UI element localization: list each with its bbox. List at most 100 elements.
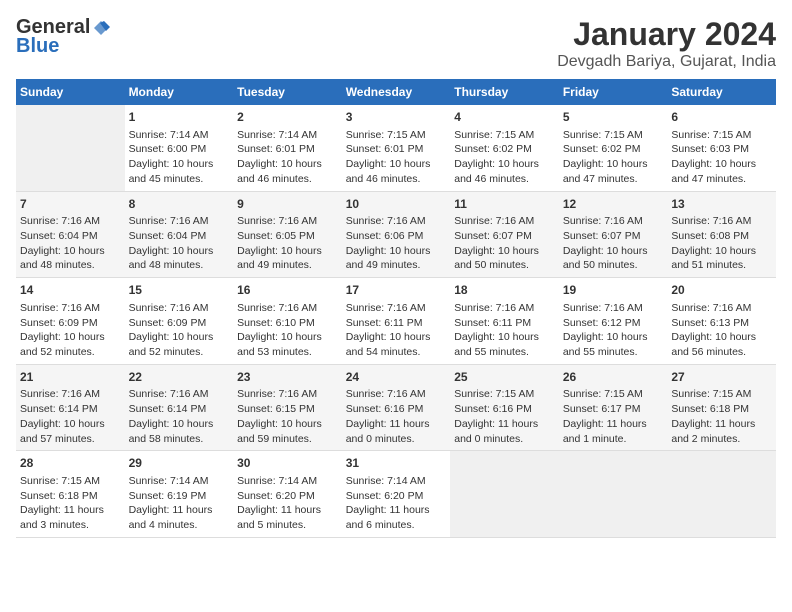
- page-title: January 2024: [557, 16, 776, 53]
- day-info: Sunset: 6:17 PM: [563, 402, 664, 417]
- day-info: and 0 minutes.: [346, 432, 447, 447]
- day-info: Daylight: 10 hours: [563, 244, 664, 259]
- day-info: Sunset: 6:19 PM: [129, 489, 230, 504]
- day-info: Daylight: 10 hours: [20, 330, 121, 345]
- day-info: Sunrise: 7:14 AM: [129, 128, 230, 143]
- day-info: Daylight: 10 hours: [346, 330, 447, 345]
- header-row: SundayMondayTuesdayWednesdayThursdayFrid…: [16, 79, 776, 105]
- week-row-4: 21Sunrise: 7:16 AMSunset: 6:14 PMDayligh…: [16, 364, 776, 451]
- day-header-tuesday: Tuesday: [233, 79, 342, 105]
- day-info: Daylight: 11 hours: [454, 417, 555, 432]
- day-info: Sunset: 6:02 PM: [454, 142, 555, 157]
- day-info: and 49 minutes.: [237, 258, 338, 273]
- calendar-cell: 13Sunrise: 7:16 AMSunset: 6:08 PMDayligh…: [667, 191, 776, 278]
- title-area: January 2024 Devgadh Bariya, Gujarat, In…: [557, 16, 776, 71]
- day-info: Daylight: 11 hours: [346, 503, 447, 518]
- calendar-cell: 4Sunrise: 7:15 AMSunset: 6:02 PMDaylight…: [450, 105, 559, 191]
- day-number: 17: [346, 282, 447, 299]
- day-number: 2: [237, 109, 338, 126]
- day-info: and 47 minutes.: [563, 172, 664, 187]
- day-number: 26: [563, 369, 664, 386]
- day-info: Sunset: 6:07 PM: [454, 229, 555, 244]
- day-info: Sunrise: 7:15 AM: [671, 128, 772, 143]
- day-number: 23: [237, 369, 338, 386]
- day-info: and 57 minutes.: [20, 432, 121, 447]
- day-info: and 55 minutes.: [454, 345, 555, 360]
- calendar-cell: 23Sunrise: 7:16 AMSunset: 6:15 PMDayligh…: [233, 364, 342, 451]
- calendar-cell: 18Sunrise: 7:16 AMSunset: 6:11 PMDayligh…: [450, 278, 559, 365]
- day-info: Daylight: 10 hours: [671, 330, 772, 345]
- day-number: 27: [671, 369, 772, 386]
- calendar-cell: 9Sunrise: 7:16 AMSunset: 6:05 PMDaylight…: [233, 191, 342, 278]
- day-info: Sunrise: 7:14 AM: [237, 128, 338, 143]
- day-number: 8: [129, 196, 230, 213]
- calendar-cell: 6Sunrise: 7:15 AMSunset: 6:03 PMDaylight…: [667, 105, 776, 191]
- day-info: Sunset: 6:14 PM: [20, 402, 121, 417]
- day-info: Sunset: 6:01 PM: [346, 142, 447, 157]
- calendar-cell: 22Sunrise: 7:16 AMSunset: 6:14 PMDayligh…: [125, 364, 234, 451]
- day-info: and 6 minutes.: [346, 518, 447, 533]
- day-info: Sunrise: 7:16 AM: [671, 301, 772, 316]
- day-info: Daylight: 10 hours: [563, 330, 664, 345]
- calendar-cell: 24Sunrise: 7:16 AMSunset: 6:16 PMDayligh…: [342, 364, 451, 451]
- day-info: and 46 minutes.: [237, 172, 338, 187]
- day-info: Sunset: 6:18 PM: [20, 489, 121, 504]
- calendar-cell: 26Sunrise: 7:15 AMSunset: 6:17 PMDayligh…: [559, 364, 668, 451]
- day-header-sunday: Sunday: [16, 79, 125, 105]
- day-header-friday: Friday: [559, 79, 668, 105]
- calendar-cell: 25Sunrise: 7:15 AMSunset: 6:16 PMDayligh…: [450, 364, 559, 451]
- day-info: Sunrise: 7:16 AM: [129, 387, 230, 402]
- day-info: and 46 minutes.: [454, 172, 555, 187]
- day-number: 16: [237, 282, 338, 299]
- day-info: Sunset: 6:20 PM: [346, 489, 447, 504]
- day-info: Daylight: 10 hours: [671, 157, 772, 172]
- calendar-cell: 1 Sunrise: 7:14 AMSunset: 6:00 PMDaylight…: [125, 105, 234, 191]
- logo-blue: Blue: [16, 35, 59, 58]
- calendar-cell: 11Sunrise: 7:16 AMSunset: 6:07 PMDayligh…: [450, 191, 559, 278]
- day-info: Daylight: 10 hours: [129, 157, 230, 172]
- week-row-3: 14Sunrise: 7:16 AMSunset: 6:09 PMDayligh…: [16, 278, 776, 365]
- day-info: and 51 minutes.: [671, 258, 772, 273]
- day-info: Sunset: 6:09 PM: [20, 316, 121, 331]
- day-info: and 50 minutes.: [563, 258, 664, 273]
- calendar-table: SundayMondayTuesdayWednesdayThursdayFrid…: [16, 79, 776, 538]
- day-info: and 0 minutes.: [454, 432, 555, 447]
- day-info: Sunrise: 7:14 AM: [346, 474, 447, 489]
- day-number: 5: [563, 109, 664, 126]
- day-info: and 48 minutes.: [129, 258, 230, 273]
- day-info: Daylight: 10 hours: [129, 417, 230, 432]
- day-info: Sunrise: 7:16 AM: [20, 214, 121, 229]
- day-info: Sunset: 6:20 PM: [237, 489, 338, 504]
- day-info: Daylight: 10 hours: [237, 330, 338, 345]
- day-header-thursday: Thursday: [450, 79, 559, 105]
- day-number: 1: [129, 109, 230, 126]
- day-info: Sunset: 6:00 PM: [129, 142, 230, 157]
- day-info: and 2 minutes.: [671, 432, 772, 447]
- calendar-cell: 17Sunrise: 7:16 AMSunset: 6:11 PMDayligh…: [342, 278, 451, 365]
- day-info: Sunset: 6:02 PM: [563, 142, 664, 157]
- day-info: Daylight: 10 hours: [20, 244, 121, 259]
- day-number: 18: [454, 282, 555, 299]
- calendar-cell: 7Sunrise: 7:16 AMSunset: 6:04 PMDaylight…: [16, 191, 125, 278]
- day-info: Daylight: 10 hours: [346, 244, 447, 259]
- day-info: and 5 minutes.: [237, 518, 338, 533]
- day-number: 29: [129, 455, 230, 472]
- day-info: and 45 minutes.: [129, 172, 230, 187]
- logo: General Blue: [16, 16, 110, 58]
- day-info: Daylight: 10 hours: [563, 157, 664, 172]
- day-info: Sunrise: 7:14 AM: [237, 474, 338, 489]
- day-info: Daylight: 10 hours: [237, 244, 338, 259]
- day-number: 3: [346, 109, 447, 126]
- day-info: Sunset: 6:13 PM: [671, 316, 772, 331]
- day-info: Sunrise: 7:15 AM: [346, 128, 447, 143]
- day-info: Daylight: 10 hours: [129, 244, 230, 259]
- day-info: and 53 minutes.: [237, 345, 338, 360]
- day-info: Sunset: 6:09 PM: [129, 316, 230, 331]
- day-info: Sunrise: 7:15 AM: [671, 387, 772, 402]
- day-info: Sunrise: 7:16 AM: [563, 301, 664, 316]
- day-number: 7: [20, 196, 121, 213]
- day-number: 19: [563, 282, 664, 299]
- calendar-cell: 10Sunrise: 7:16 AMSunset: 6:06 PMDayligh…: [342, 191, 451, 278]
- day-info: Sunset: 6:16 PM: [454, 402, 555, 417]
- day-info: and 47 minutes.: [671, 172, 772, 187]
